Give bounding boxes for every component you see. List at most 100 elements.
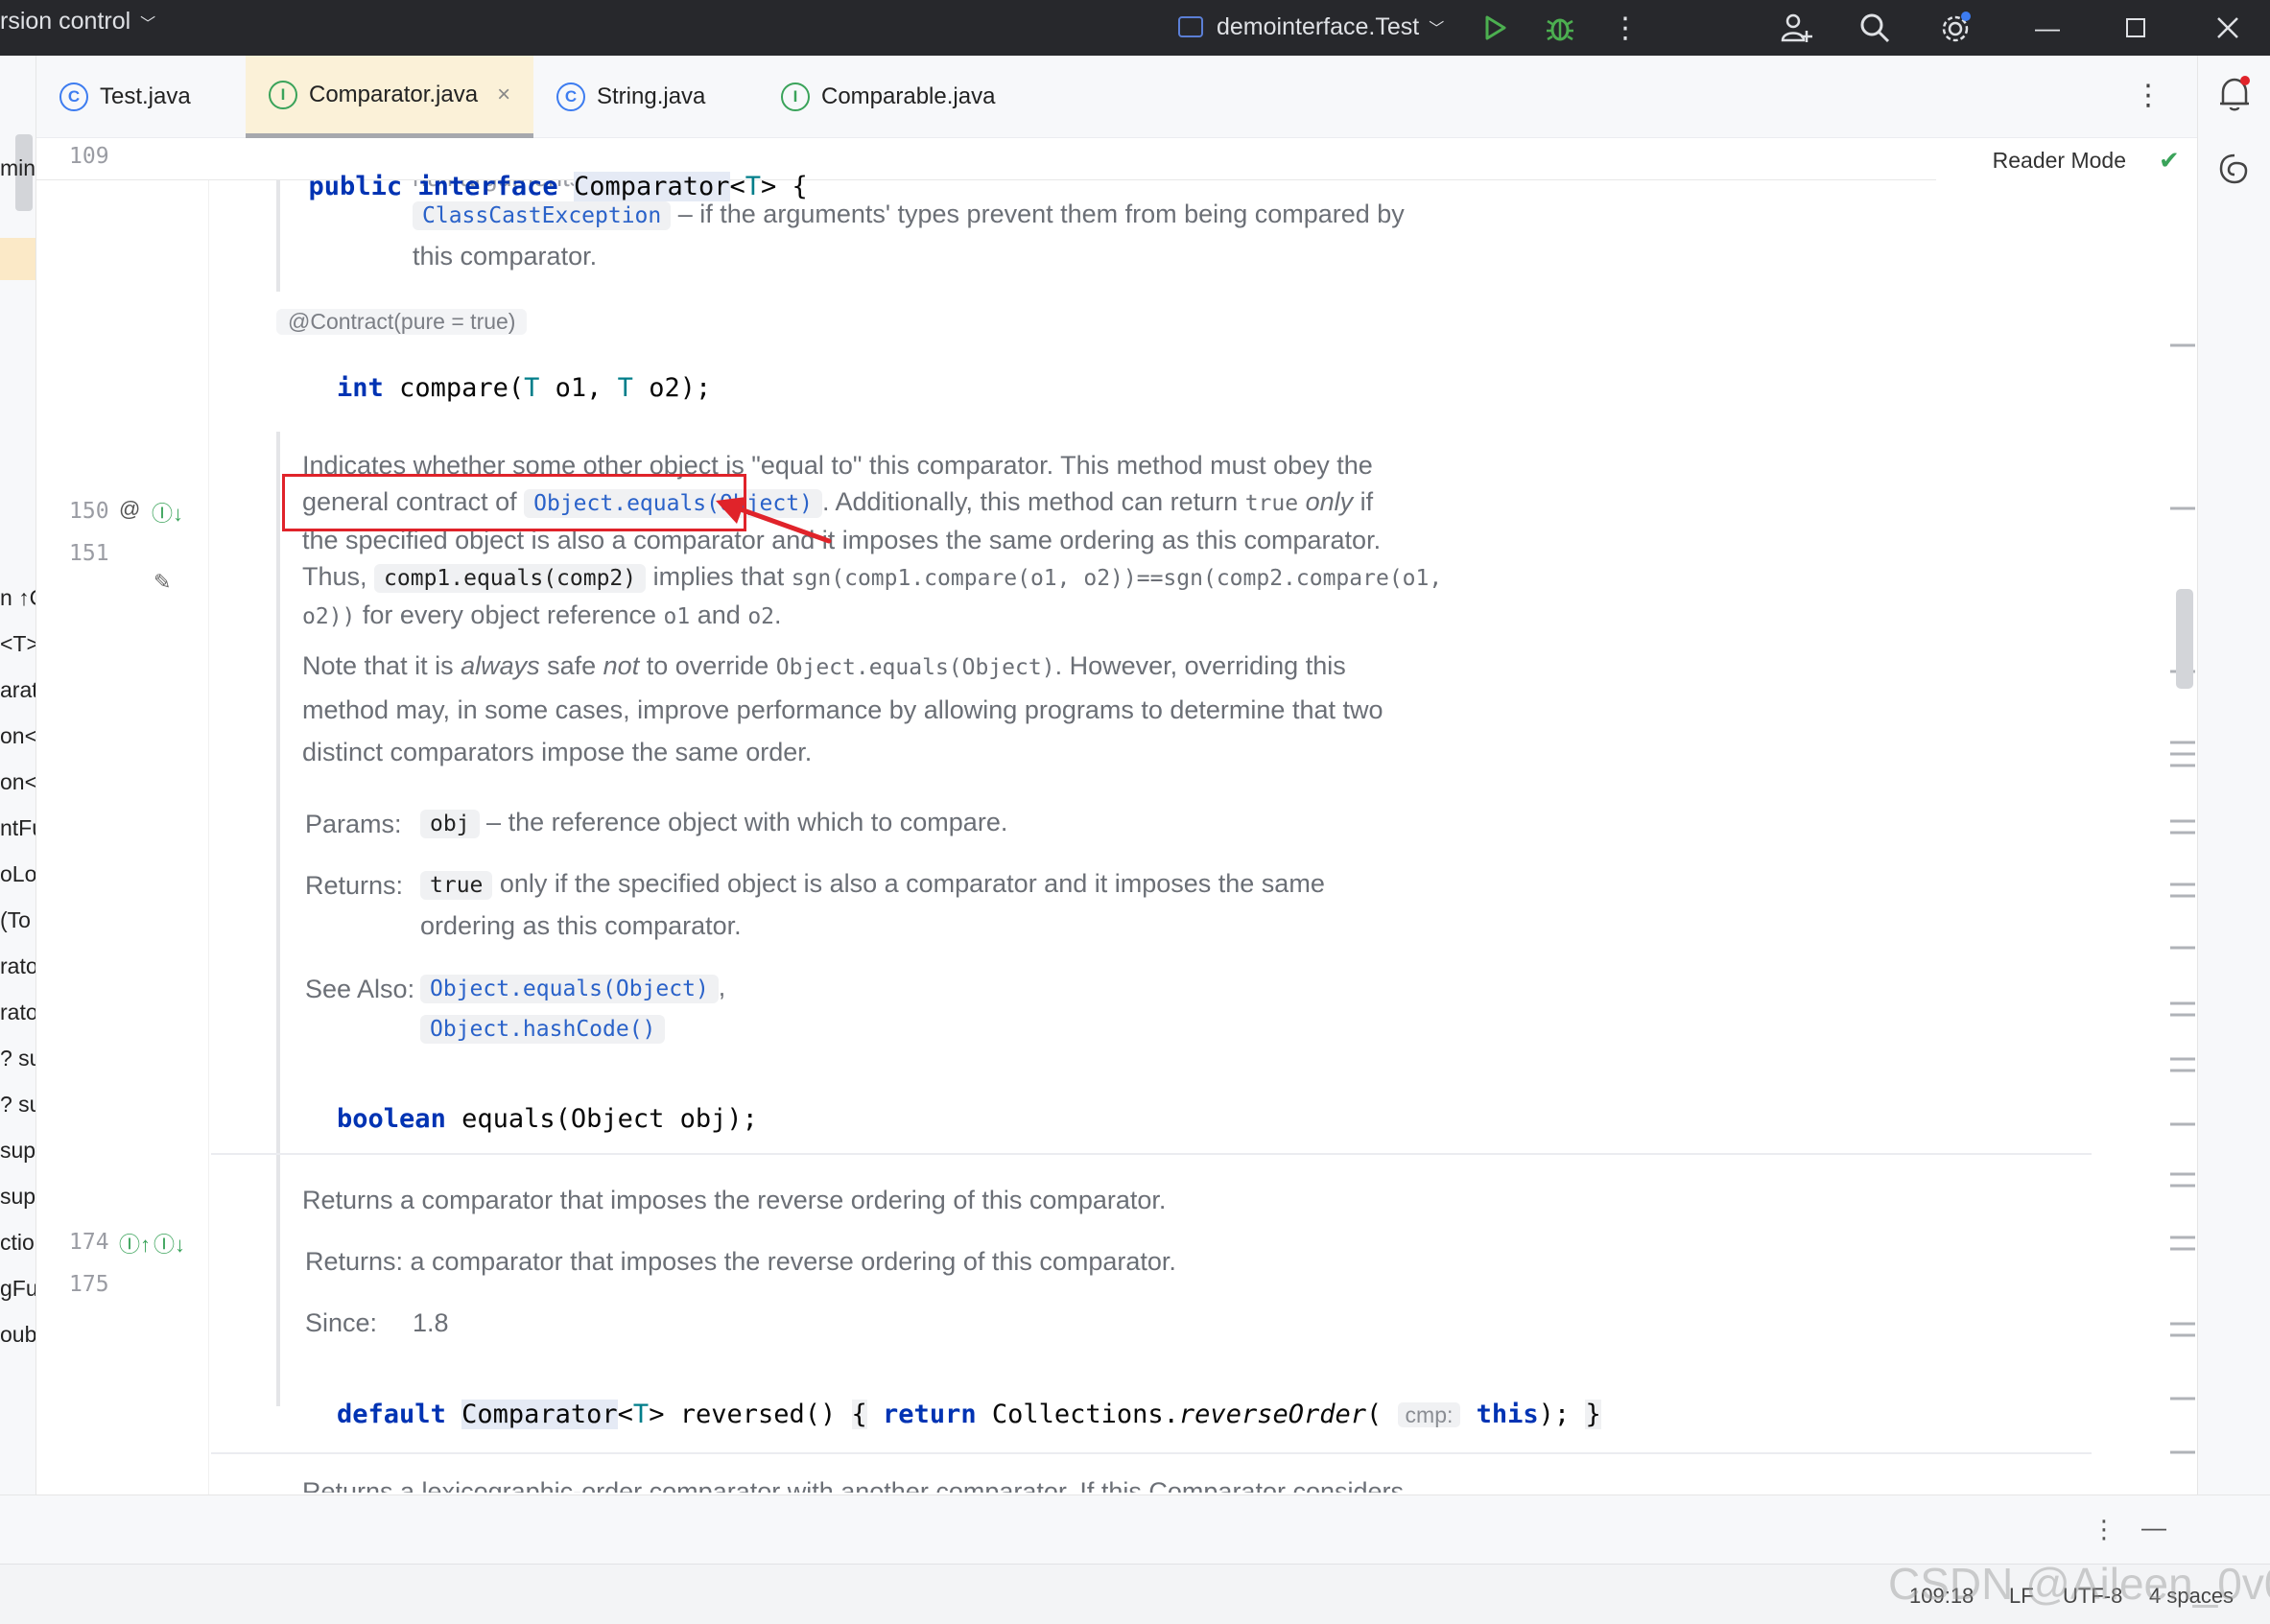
close-tab-icon[interactable]: × [497, 82, 510, 108]
bottom-tool-window: ⋮ — [0, 1495, 2270, 1564]
debug-icon[interactable] [1535, 0, 1585, 56]
params-value: obj – the reference object with which to… [420, 804, 1007, 842]
contract-inlay[interactable]: @Contract(pure = true) [276, 309, 528, 335]
maximize-icon[interactable] [2111, 0, 2161, 56]
object-equals-link[interactable]: Object.equals(Object) [420, 975, 719, 1003]
hide-panel-icon[interactable]: — [2141, 1513, 2166, 1542]
code-text: ( [1366, 1400, 1383, 1429]
tab-label: Test.java [100, 83, 191, 109]
no-problems-check-icon[interactable]: ✔ [2159, 146, 2180, 176]
settings-gear-icon[interactable] [1930, 0, 1980, 56]
tab-comparator-java[interactable]: I Comparator.java × [246, 56, 533, 138]
returns-label: Returns: [305, 871, 404, 900]
reversed-declaration[interactable]: default Comparator<T> reversed() { retur… [274, 1370, 1601, 1459]
code-text: equals(Object obj); [445, 1104, 758, 1134]
reader-mode-toggle[interactable]: Reader Mode [1936, 138, 2145, 182]
line-number[interactable]: 174 [69, 1230, 109, 1255]
doc-text: and [690, 600, 748, 629]
code-editor[interactable]: 150 @ Ⓘ↓ 151 ✎ 174 Ⓘ↑ Ⓘ↓ 175 184 Ⓞ↓ › 18… [36, 138, 2197, 1495]
pencil-edit-icon[interactable]: ✎ [154, 570, 171, 595]
title-bar: rsion control ﹀ demointerface.Test ﹀ ⋮ — [0, 0, 2270, 56]
search-icon[interactable] [1850, 0, 1900, 56]
class-icon: C [59, 82, 88, 111]
tab-test-java[interactable]: C Test.java [36, 56, 246, 138]
tree-fragment[interactable]: n ↑C [0, 585, 35, 611]
tree-fragment[interactable]: arat [0, 677, 35, 703]
tree-fragment[interactable]: on< [0, 769, 35, 795]
minimize-icon[interactable]: — [2022, 0, 2072, 56]
tree-fragment[interactable]: rato [0, 1000, 35, 1025]
close-window-icon[interactable] [2203, 0, 2253, 56]
doc-text: safe [539, 651, 603, 680]
fold-brace[interactable]: } [1585, 1400, 1601, 1429]
tab-options-icon[interactable]: ⋮ [2134, 79, 2163, 112]
code-text: o2); [632, 373, 712, 403]
interface-icon: I [269, 80, 297, 109]
tree-fragment[interactable]: ? su [0, 1092, 35, 1118]
keyword: boolean [337, 1104, 446, 1134]
inline-code-chip: comp1.equals(comp2) [374, 564, 647, 593]
overrides-icon[interactable]: Ⓘ↑ [119, 1228, 151, 1259]
line-number[interactable]: 150 [69, 499, 109, 524]
reversed-doc-returns: Returns: a comparator that imposes the r… [305, 1247, 1176, 1276]
returns-value: true only if the specified object is als… [420, 865, 1476, 904]
tab-comparable-java[interactable]: I Comparable.java [758, 56, 1046, 138]
vcs-widget[interactable]: rsion control ﹀ [0, 8, 155, 35]
tree-fragment[interactable]: sup [0, 1184, 35, 1210]
annotation-arrow-icon [716, 497, 832, 544]
ai-assistant-icon[interactable] [2217, 152, 2252, 191]
implemented-icon[interactable]: Ⓘ↓ [152, 497, 183, 528]
code-text: o1, [539, 373, 618, 403]
doc-line: o2)) for every object reference o1 and o… [302, 597, 1530, 635]
keyword: int [337, 373, 384, 403]
run-icon[interactable] [1470, 0, 1520, 56]
doc-text: to override [639, 651, 776, 680]
tree-fragment[interactable]: <T> [0, 631, 35, 657]
doc-text: if [1353, 487, 1374, 516]
fold-brace[interactable]: { [851, 1400, 867, 1429]
code-text: compare( [383, 373, 525, 403]
add-user-icon[interactable] [1771, 0, 1821, 56]
doc-text: . Additionally, this method can return [821, 487, 1245, 516]
run-config-selector[interactable]: demointerface.Test ﹀ [1178, 6, 1444, 48]
inline-code: o2)) [302, 604, 356, 629]
tree-fragment[interactable]: min [0, 155, 35, 181]
highlight-box [282, 474, 746, 531]
error-stripe[interactable] [2166, 196, 2197, 1462]
annotation-icon[interactable]: @ [119, 497, 140, 522]
more-actions-icon[interactable]: ⋮ [1600, 0, 1650, 56]
param-hint: cmp: [1397, 1402, 1461, 1427]
object-hashcode-link[interactable]: Object.hashCode() [420, 1015, 666, 1044]
type-param: T [617, 373, 633, 403]
equals-declaration[interactable]: boolean equals(Object obj); [274, 1074, 758, 1164]
tree-fragment[interactable]: gFu [0, 1276, 35, 1302]
type-param: T [632, 1400, 650, 1429]
tree-fragment[interactable]: rato [0, 953, 35, 979]
tree-fragment[interactable]: ntFu [0, 815, 35, 841]
compare-declaration[interactable]: int compare(T o1, T o2); [274, 343, 711, 433]
inline-code: true [1244, 491, 1299, 516]
tree-fragment[interactable]: sup [0, 1138, 35, 1164]
tree-fragment[interactable]: on< [0, 723, 35, 749]
sticky-header[interactable]: 109 public interface Comparator<T> { [36, 138, 1936, 201]
separator [211, 1452, 2092, 1454]
notifications-bell-icon[interactable] [2217, 75, 2252, 118]
line-number[interactable]: 151 [69, 541, 109, 566]
run-config-icon [1178, 16, 1203, 37]
tree-fragment[interactable]: (To [0, 907, 31, 933]
see-also-2: Object.hashCode() [420, 1009, 666, 1047]
editor-gutter: 150 @ Ⓘ↓ 151 ✎ 174 Ⓘ↑ Ⓘ↓ 175 184 Ⓞ↓ › 18… [36, 138, 209, 1495]
tree-fragment[interactable]: oub [0, 1322, 35, 1348]
line-number[interactable]: 175 [69, 1272, 109, 1297]
implemented-icon[interactable]: Ⓘ↓ [154, 1228, 185, 1259]
tree-fragment[interactable]: ctio [0, 1230, 35, 1256]
vcs-label: rsion control [0, 8, 131, 35]
tree-fragment[interactable]: oLo [0, 861, 35, 887]
doc-text: for every object reference [355, 600, 664, 629]
right-tool-strip [2197, 56, 2270, 1495]
doc-emphasis: only [1305, 487, 1354, 516]
panel-options-icon[interactable]: ⋮ [2092, 1515, 2116, 1544]
doc-text: distinct comparators impose the same ord… [302, 738, 813, 766]
tab-string-java[interactable]: C String.java [533, 56, 754, 138]
tree-fragment[interactable]: ? su [0, 1046, 35, 1071]
